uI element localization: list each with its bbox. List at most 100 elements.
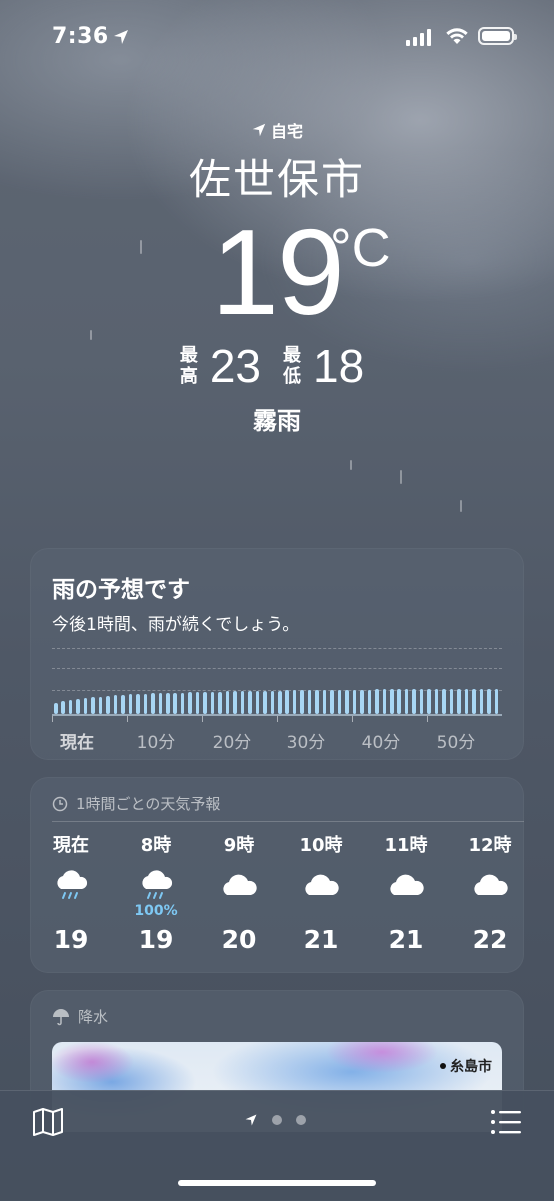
high-label-char: 最 (179, 345, 198, 366)
rain-intensity-bar (151, 693, 155, 714)
hour-column: 8時 100% 19 (120, 831, 192, 954)
rain-intensity-bar (106, 696, 110, 714)
hour-column: 9時 20 (203, 831, 275, 954)
rain-intensity-bar (300, 690, 304, 714)
rain-intensity-bar (375, 689, 379, 714)
axis-label-now: 現在 (60, 733, 94, 753)
hour-temperature: 19 (53, 925, 89, 954)
rain-intensity-bar (390, 689, 394, 714)
rain-intensity-bar (225, 691, 230, 714)
rain-intensity-bar (173, 693, 177, 714)
rain-intensity-bar (255, 691, 260, 714)
rain-intensity-bar (427, 689, 431, 714)
rain-intensity-bar (382, 689, 387, 714)
rain-intensity-bar (68, 700, 73, 714)
hourly-forecast-card[interactable]: 1時間ごとの天気予報 現在 19 8時 100% 19 9時 20 10時 21 11時 21 12時… (30, 777, 524, 973)
rain-intensity-bar (285, 690, 289, 714)
cloud-icon (454, 865, 526, 923)
divider (52, 821, 524, 822)
chart-gridline (52, 668, 502, 669)
rain-intensity-bar (404, 689, 409, 714)
rain-intensity-bar (54, 703, 58, 714)
rain-intensity-bar (218, 692, 222, 714)
hour-column: 12時 22 (454, 831, 526, 954)
rain-bars (54, 674, 502, 714)
axis-label: 20分 (212, 733, 252, 753)
page-indicator[interactable] (244, 1113, 306, 1127)
chart-gridline (52, 648, 502, 649)
low-value: 18 (313, 340, 365, 392)
rain-intensity-bar (330, 690, 334, 714)
rain-intensity-bar (337, 690, 342, 714)
rain-intensity-bar (195, 692, 200, 714)
axis-label: 10分 (136, 733, 176, 753)
hourly-heading: 1時間ごとの天気予報 (52, 793, 220, 814)
map-place-name: 糸島市 (450, 1059, 492, 1075)
page-dot[interactable] (272, 1115, 282, 1125)
hourly-heading-text: 1時間ごとの天気予報 (76, 795, 221, 813)
temperature-unit: °C (330, 218, 391, 278)
rain-intensity-bar (83, 698, 88, 714)
rain-intensity-bar (449, 689, 454, 714)
rain-streak (400, 470, 402, 484)
rain-intensity-bar (487, 689, 491, 714)
high-label: 最 高 (180, 345, 198, 387)
cloud-icon (203, 865, 275, 923)
rain-intensity-bar (360, 690, 364, 714)
low-label: 最 低 (283, 345, 301, 387)
home-indicator[interactable] (178, 1180, 376, 1186)
rain-intensity-bar (203, 692, 207, 714)
rain-intensity-bar (210, 692, 215, 714)
rain-intensity-bar (494, 689, 499, 714)
rain-intensity-bar (136, 694, 140, 714)
rain-intensity-bar (240, 691, 245, 714)
list-icon[interactable] (490, 1109, 522, 1135)
umbrella-icon (53, 1008, 69, 1025)
status-time: 7:36 (52, 24, 109, 49)
rain-forecast-card[interactable]: 雨の予想です 今後1時間、雨が続くでしょう。 現在 10分 20分 30分 40… (30, 548, 524, 760)
rain-intensity-bar (419, 689, 424, 714)
wifi-icon (446, 28, 468, 44)
rain-intensity-bar (322, 690, 327, 714)
rain-intensity-bar (457, 689, 461, 714)
hour-column: 11時 21 (370, 831, 442, 954)
rain-intensity-bar (434, 689, 439, 714)
rain-intensity-bar (98, 697, 103, 714)
rain-intensity-bar (121, 695, 125, 714)
rain-intensity-bar (479, 689, 484, 714)
map-icon[interactable] (32, 1107, 64, 1137)
rain-intensity-bar (270, 691, 275, 714)
temperature-value: 19 (211, 204, 345, 340)
rain-intensity-bar (91, 697, 95, 714)
hour-column: 現在 19 (35, 831, 107, 954)
rain-intensity-bar (61, 701, 65, 714)
city-name: 佐世保市 (188, 155, 365, 204)
rain-intensity-bar (128, 694, 133, 714)
rain-intensity-bar (158, 693, 163, 714)
map-place-dot (440, 1063, 446, 1069)
location-arrow-icon (252, 123, 266, 137)
hour-label: 10時 (299, 835, 343, 856)
hour-column: 10時 21 (285, 831, 357, 954)
rain-intensity-bar (397, 689, 401, 714)
hour-temperature: 19 (138, 925, 174, 954)
chart-tick (427, 716, 428, 722)
low-label-char: 最 (283, 345, 301, 366)
rain-intensity-bar (367, 690, 372, 714)
chart-tick (202, 716, 203, 722)
rain-intensity-bar (166, 693, 170, 714)
rain-intensity-bar (188, 692, 192, 714)
hour-temperature: 21 (303, 925, 339, 954)
hour-label: 12時 (468, 835, 512, 856)
home-label-text: 自宅 (270, 122, 303, 141)
page-dot[interactable] (296, 1115, 306, 1125)
high-low: 最 高 23 最 低 18 (0, 339, 554, 393)
rain-intensity-bar (263, 691, 267, 714)
high-value: 23 (209, 340, 261, 392)
axis-label: 50分 (436, 733, 476, 753)
cloud-icon (285, 865, 357, 923)
rain-forecast-description: 今後1時間、雨が続くでしょう。 (52, 615, 300, 635)
hour-temperature: 22 (472, 925, 508, 954)
rain-intensity-bar (278, 691, 282, 714)
hour-temperature: 20 (221, 925, 257, 954)
